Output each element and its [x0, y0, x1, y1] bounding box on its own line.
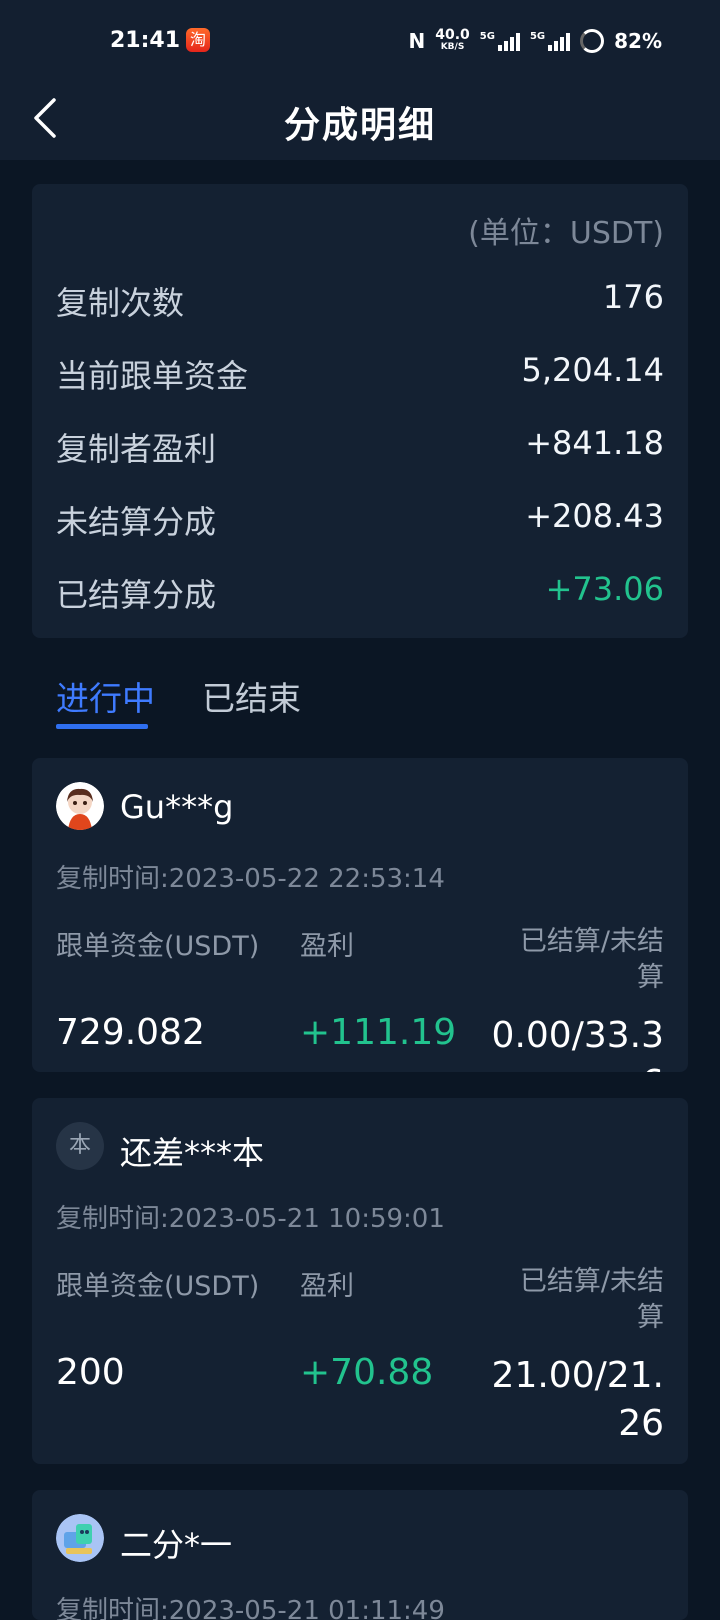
avatar [56, 1514, 104, 1562]
copy-time: 复制时间:2023-05-21 01:11:49 [56, 1596, 445, 1620]
summary-value: +73.06 [545, 570, 664, 608]
user-name: 还差***本 [120, 1134, 265, 1172]
nav-bar: 分成明细 [0, 82, 720, 160]
settled-value: 0.00/33.36 [491, 1015, 664, 1072]
signal-2-label: 5G [529, 31, 546, 42]
signal-icon-2: 5G [529, 31, 571, 51]
settled-header: 已结算/未结算 [519, 1266, 664, 1333]
summary-row-copier-profit: 复制者盈利 +841.18 [56, 424, 664, 468]
summary-label: 复制者盈利 [56, 430, 217, 468]
summary-label: 复制次数 [56, 284, 185, 322]
user-name: 二分*一 [120, 1526, 233, 1564]
settled-header: 已结算/未结算 [519, 926, 664, 993]
status-bar: 21:41 淘 N 40.0 KB/S 5G 5G 82% [0, 0, 720, 82]
copy-time: 复制时间:2023-05-21 10:59:01 [56, 1204, 445, 1234]
network-speed: 40.0 KB/S [435, 27, 470, 53]
capital-header: 跟单资金(USDT) [56, 931, 260, 962]
summary-value: +208.43 [525, 497, 664, 535]
status-time: 21:41 [110, 28, 181, 53]
avatar: 本 [56, 1122, 104, 1170]
record-card[interactable]: 二分*一 复制时间:2023-05-21 01:11:49 [32, 1490, 688, 1620]
tab-in-progress[interactable]: 进行中 [56, 672, 155, 720]
status-icons: N 40.0 KB/S 5G 5G 82% [408, 28, 662, 54]
summary-row-copy-count: 复制次数 176 [56, 278, 664, 322]
battery-percent: 82% [614, 29, 662, 53]
taobao-notification-icon: 淘 [186, 28, 210, 52]
user-name: Gu***g [120, 788, 234, 826]
capital-value: 200 [56, 1352, 125, 1393]
capital-header: 跟单资金(USDT) [56, 1271, 260, 1302]
summary-value: 176 [602, 278, 664, 316]
summary-value: +841.18 [525, 424, 664, 462]
battery-icon [580, 29, 605, 53]
network-speed-unit: KB/S [440, 42, 465, 52]
profit-header: 盈利 [300, 931, 354, 962]
summary-label: 已结算分成 [56, 576, 217, 614]
copy-time: 复制时间:2023-05-22 22:53:14 [56, 864, 445, 894]
avatar [56, 782, 104, 830]
unit-label: (单位：USDT) [468, 216, 664, 251]
summary-row-unsettled-share: 未结算分成 +208.43 [56, 497, 664, 541]
page-title: 分成明细 [283, 105, 436, 146]
signal-1-label: 5G [479, 31, 495, 42]
tab-bar: 进行中 已结束 [56, 672, 656, 732]
summary-label: 当前跟单资金 [56, 357, 249, 395]
network-speed-value: 40.0 [435, 27, 470, 43]
capital-value: 729.082 [56, 1012, 205, 1053]
signal-icon-1: 5G [480, 31, 520, 51]
record-card[interactable]: 本 还差***本 复制时间:2023-05-21 10:59:01 跟单资金(U… [32, 1098, 688, 1464]
nfc-icon: N [408, 29, 426, 53]
summary-row-current-capital: 当前跟单资金 5,204.14 [56, 351, 664, 395]
active-tab-indicator [56, 724, 148, 729]
profit-value: +111.19 [300, 1012, 457, 1053]
summary-card: (单位：USDT) 复制次数 176 当前跟单资金 5,204.14 复制者盈利… [32, 184, 688, 638]
summary-row-settled-share: 已结算分成 +73.06 [56, 570, 664, 614]
profit-value: +70.88 [300, 1352, 434, 1393]
tab-ended[interactable]: 已结束 [202, 672, 301, 720]
record-card[interactable]: Gu***g 复制时间:2023-05-22 22:53:14 跟单资金(USD… [32, 758, 688, 1072]
profit-header: 盈利 [300, 1271, 354, 1302]
settled-value: 21.00/21.26 [491, 1355, 664, 1444]
summary-label: 未结算分成 [56, 503, 217, 541]
summary-value: 5,204.14 [521, 351, 665, 389]
